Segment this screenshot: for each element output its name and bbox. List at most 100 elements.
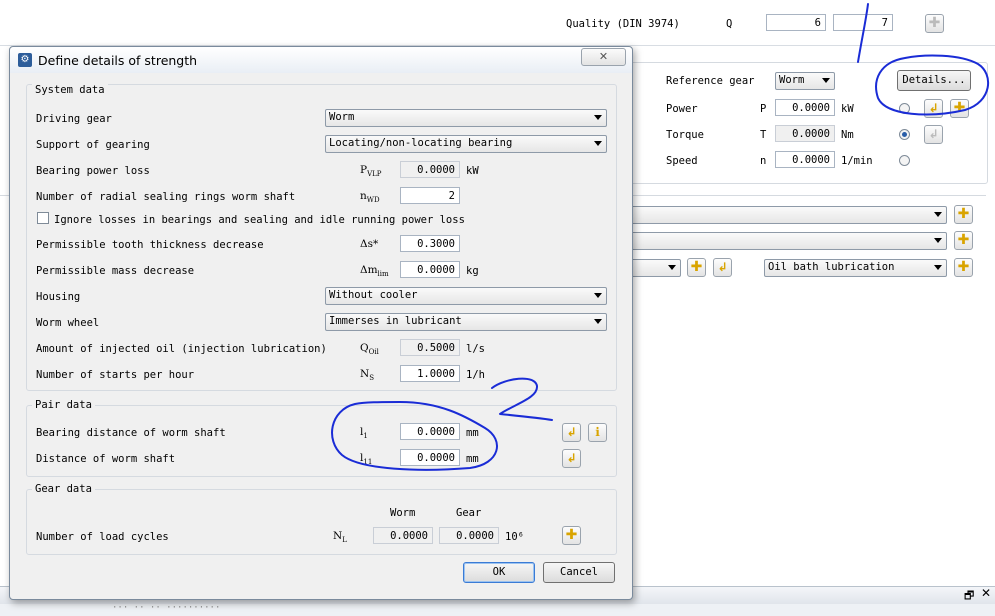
return-arrow-icon: ↲	[566, 451, 577, 465]
bearing-distance-label: Bearing distance of worm shaft	[36, 427, 226, 439]
bearing-loss-label: Bearing power loss	[36, 165, 150, 177]
housing-value: Without cooler	[329, 289, 418, 301]
system-data-title: System data	[32, 84, 108, 96]
injected-oil-field[interactable]: 0.5000	[400, 339, 460, 356]
background-select-2[interactable]	[620, 232, 947, 250]
power-symbol: P	[760, 103, 767, 115]
app-icon: ⚙	[18, 53, 32, 67]
worm-wheel-select[interactable]: Immerses in lubricant	[325, 313, 607, 331]
mass-decrease-unit: kg	[466, 265, 479, 277]
return-arrow-icon: ↲	[717, 260, 728, 274]
return-arrow-icon: ↲	[928, 127, 939, 141]
ignore-losses-checkbox[interactable]	[37, 212, 49, 224]
bearing-loss-symbol: PVLP	[360, 164, 382, 179]
power-unit: kW	[841, 103, 854, 115]
reference-gear-label: Reference gear	[666, 75, 755, 87]
bearing-distance-info-button[interactable]: ℹ	[588, 423, 607, 442]
sealing-rings-field[interactable]: 2	[400, 187, 460, 204]
support-label: Support of gearing	[36, 139, 150, 151]
starts-per-hour-field[interactable]: 1.0000	[400, 365, 460, 382]
background-plus-button-2[interactable]: ✚	[954, 231, 973, 250]
worm-shaft-distance-field[interactable]: 0.0000	[400, 449, 460, 466]
chevron-down-icon	[594, 141, 602, 146]
mass-decrease-label: Permissible mass decrease	[36, 265, 195, 277]
mass-decrease-field[interactable]: 0.0000	[400, 261, 460, 278]
speed-label: Speed	[666, 155, 698, 167]
chevron-down-icon	[668, 265, 676, 270]
speed-symbol: n	[760, 155, 767, 167]
driving-gear-label: Driving gear	[36, 113, 112, 125]
starts-per-hour-symbol: NS	[360, 368, 374, 383]
ok-button[interactable]: OK	[463, 562, 535, 583]
torque-arrow-button[interactable]: ↲	[924, 125, 943, 144]
bearing-distance-field[interactable]: 0.0000	[400, 423, 460, 440]
bearing-distance-arrow-button[interactable]: ↲	[562, 423, 581, 442]
column-worm: Worm	[390, 507, 416, 519]
background-plus-button-1[interactable]: ✚	[954, 205, 973, 224]
load-cycles-gear-field[interactable]: 0.0000	[439, 527, 499, 544]
sealing-rings-label: Number of radial sealing rings worm shaf…	[36, 191, 296, 203]
injected-oil-unit: l/s	[466, 343, 485, 355]
torque-label: Torque	[666, 129, 704, 141]
bearing-loss-field[interactable]: 0.0000	[400, 161, 460, 178]
housing-select[interactable]: Without cooler	[325, 287, 607, 305]
thickness-decrease-symbol: Δs*	[360, 238, 379, 250]
load-cycles-worm-field[interactable]: 0.0000	[373, 527, 433, 544]
chevron-down-icon	[594, 293, 602, 298]
power-radio[interactable]	[899, 103, 910, 114]
speed-unit: 1/min	[841, 155, 873, 167]
ignore-losses-label[interactable]: Ignore losses in bearings and sealing an…	[54, 214, 465, 226]
info-icon: ℹ	[595, 425, 600, 439]
chevron-down-icon	[934, 265, 942, 270]
plus-icon: ✚	[690, 259, 703, 275]
speed-radio[interactable]	[899, 155, 910, 166]
bearing-loss-unit: kW	[466, 165, 479, 177]
chevron-down-icon	[594, 319, 602, 324]
plus-icon: ✚	[957, 232, 970, 248]
chevron-down-icon	[822, 78, 830, 83]
close-icon: ✕	[598, 50, 609, 63]
worm-shaft-distance-symbol: l11	[360, 452, 373, 467]
reference-gear-value: Worm	[779, 74, 805, 86]
background-arrow-button-3[interactable]: ↲	[713, 258, 732, 277]
dialog-close-button[interactable]: ✕	[581, 48, 626, 66]
close-icon[interactable]: ✕	[981, 586, 991, 600]
pair-data-title: Pair data	[32, 399, 95, 411]
power-field[interactable]: 0.0000	[775, 99, 835, 116]
speed-field[interactable]: 0.0000	[775, 151, 835, 168]
background-plus-button-3[interactable]: ✚	[687, 258, 706, 277]
worm-wheel-label: Worm wheel	[36, 317, 100, 329]
plus-icon: ✚	[928, 15, 941, 31]
lubrication-value: Oil bath lubrication	[768, 261, 895, 273]
background-select-1[interactable]	[620, 206, 947, 224]
torque-field[interactable]: 0.0000	[775, 125, 835, 142]
cancel-button[interactable]: Cancel	[543, 562, 615, 583]
torque-radio[interactable]	[899, 129, 910, 140]
support-select[interactable]: Locating/non-locating bearing	[325, 135, 607, 153]
load-cycles-plus-button[interactable]: ✚	[562, 526, 581, 545]
reference-gear-select[interactable]: Worm	[775, 72, 835, 90]
driving-gear-value: Worm	[329, 111, 355, 123]
dialog-title: Define details of strength	[38, 53, 198, 68]
power-arrow-button[interactable]: ↲	[924, 99, 943, 118]
load-cycles-unit: 10⁶	[505, 531, 524, 543]
quality-field-1[interactable]: 6	[766, 14, 826, 31]
quality-label: Quality (DIN 3974)	[566, 18, 680, 30]
pair-data-group	[26, 405, 617, 477]
lubrication-select[interactable]: Oil bath lubrication	[764, 259, 947, 277]
lubrication-plus-button[interactable]: ✚	[954, 258, 973, 277]
power-plus-button[interactable]: ✚	[950, 99, 969, 118]
chevron-down-icon	[934, 238, 942, 243]
injected-oil-symbol: QOil	[360, 342, 379, 357]
power-label: Power	[666, 103, 698, 115]
details-button[interactable]: Details...	[897, 70, 971, 91]
gear-data-title: Gear data	[32, 483, 95, 495]
housing-label: Housing	[36, 291, 81, 303]
quality-field-2[interactable]: 7	[833, 14, 893, 31]
gear-data-group	[26, 489, 617, 555]
thickness-decrease-field[interactable]: 0.3000	[400, 235, 460, 252]
quality-plus-button[interactable]: ✚	[925, 14, 944, 33]
worm-shaft-distance-arrow-button[interactable]: ↲	[562, 449, 581, 468]
driving-gear-select[interactable]: Worm	[325, 109, 607, 127]
quality-symbol: Q	[726, 18, 733, 30]
